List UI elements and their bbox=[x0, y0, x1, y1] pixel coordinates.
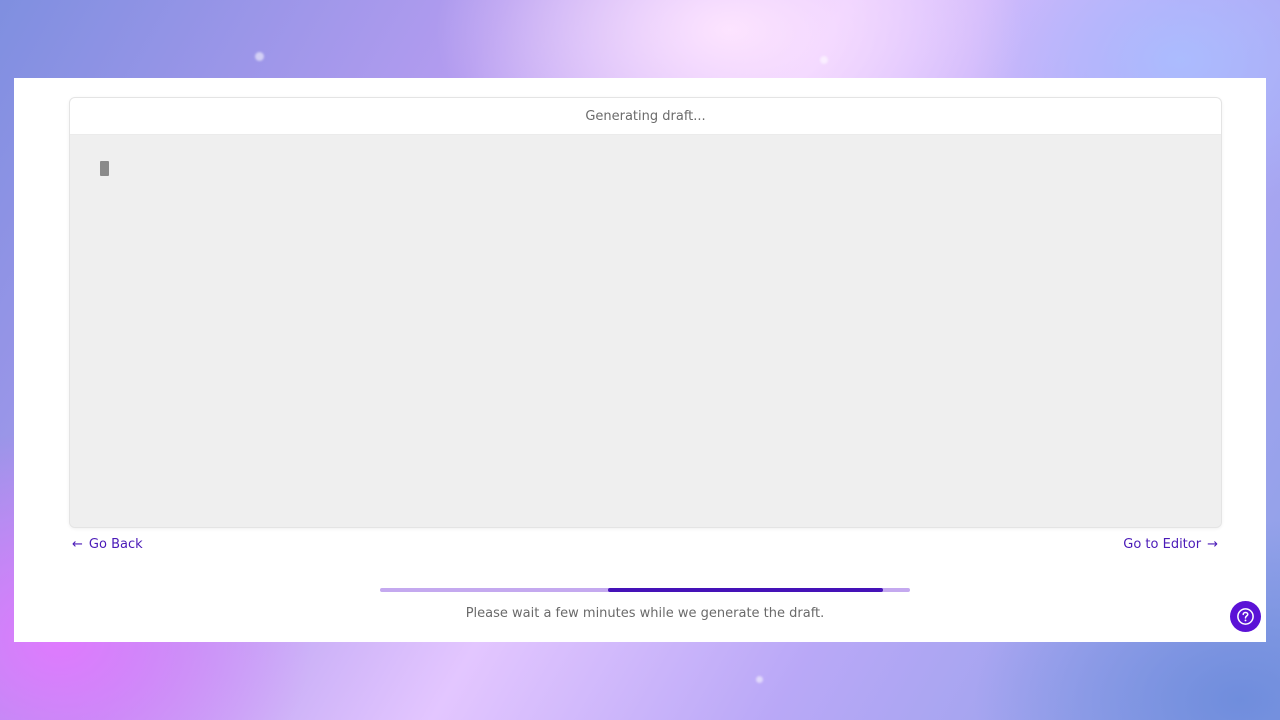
draft-content-area[interactable] bbox=[70, 135, 1221, 527]
arrow-left-icon: ← bbox=[72, 537, 83, 552]
text-cursor bbox=[100, 161, 109, 176]
go-to-editor-link[interactable]: Go to Editor → bbox=[1123, 537, 1218, 552]
main-panel: Generating draft... ← Go Back Go to Edit… bbox=[14, 78, 1266, 642]
go-back-link[interactable]: ← Go Back bbox=[72, 537, 143, 552]
generating-status-title: Generating draft... bbox=[585, 108, 706, 124]
background-sparkle bbox=[820, 56, 828, 64]
status-message: Please wait a few minutes while we gener… bbox=[465, 606, 825, 621]
go-back-label: Go Back bbox=[88, 537, 143, 552]
arrow-right-icon: → bbox=[1207, 537, 1218, 552]
go-to-editor-label: Go to Editor bbox=[1123, 537, 1202, 552]
progress-fill bbox=[607, 588, 884, 592]
help-button[interactable] bbox=[1230, 601, 1261, 632]
help-icon bbox=[1237, 608, 1254, 625]
draft-editor: Generating draft... bbox=[69, 97, 1222, 528]
editor-header: Generating draft... bbox=[70, 98, 1221, 135]
background-sparkle bbox=[756, 676, 763, 683]
background-sparkle bbox=[255, 52, 264, 61]
progress-bar bbox=[380, 588, 910, 592]
